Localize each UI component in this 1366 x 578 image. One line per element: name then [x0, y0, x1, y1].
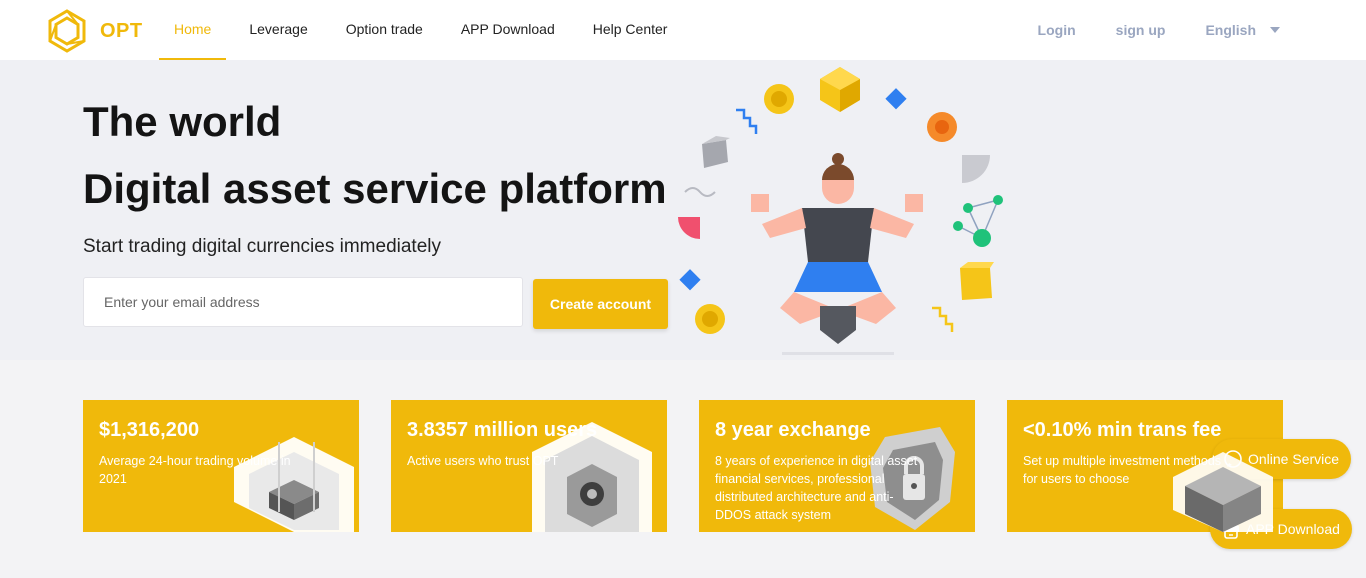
stat-value: <0.10% min trans fee	[1023, 419, 1222, 441]
stat-value: 3.8357 million users	[407, 419, 598, 441]
language-selector[interactable]: English	[1205, 22, 1280, 38]
nav-home[interactable]: Home	[159, 0, 227, 60]
stat-card-volume: $1,316,200 Average 24-hour trading volum…	[83, 400, 359, 532]
stat-card-fee: <0.10% min trans fee Set up multiple inv…	[1007, 400, 1283, 532]
stat-desc: 8 years of experience in digital asset f…	[715, 454, 918, 522]
language-label: English	[1205, 22, 1256, 38]
header-actions: Login sign up English	[1038, 0, 1366, 60]
hero-title-line2: Digital asset service platform	[83, 165, 667, 212]
stat-value: 8 year exchange	[715, 419, 871, 441]
hero-subtitle: Start trading digital currencies immedia…	[83, 236, 441, 257]
nav-leverage[interactable]: Leverage	[234, 0, 322, 60]
email-input[interactable]	[83, 277, 523, 327]
signup-link[interactable]: sign up	[1116, 22, 1166, 38]
stat-card-users: 3.8357 million users Active users who tr…	[391, 400, 667, 532]
nav-app-download[interactable]: APP Download	[446, 0, 570, 60]
logo-text: OPT	[100, 19, 143, 42]
stat-value: $1,316,200	[99, 419, 200, 441]
login-link[interactable]: Login	[1038, 22, 1076, 38]
logo-hexagon-icon	[48, 9, 86, 53]
hero-title-line1: The world	[83, 98, 282, 145]
logo[interactable]: OPT	[44, 8, 143, 54]
nav-help-center[interactable]: Help Center	[578, 0, 683, 60]
stat-desc: Set up multiple investment methods for u…	[1023, 454, 1222, 486]
hero-illustration	[678, 67, 1003, 355]
create-account-button[interactable]: Create account	[533, 279, 668, 329]
stat-desc: Average 24-hour trading volume in 2021	[99, 454, 291, 486]
caret-down-icon	[1270, 27, 1280, 33]
stat-card-experience: 8 year exchange 8 years of experience in…	[699, 400, 975, 532]
main-nav: Home Leverage Option trade APP Download …	[159, 0, 690, 60]
nav-option-trade[interactable]: Option trade	[331, 0, 438, 60]
stat-desc: Active users who trust OPT	[407, 454, 559, 468]
top-header: OPT Home Leverage Option trade APP Downl…	[0, 0, 1366, 60]
